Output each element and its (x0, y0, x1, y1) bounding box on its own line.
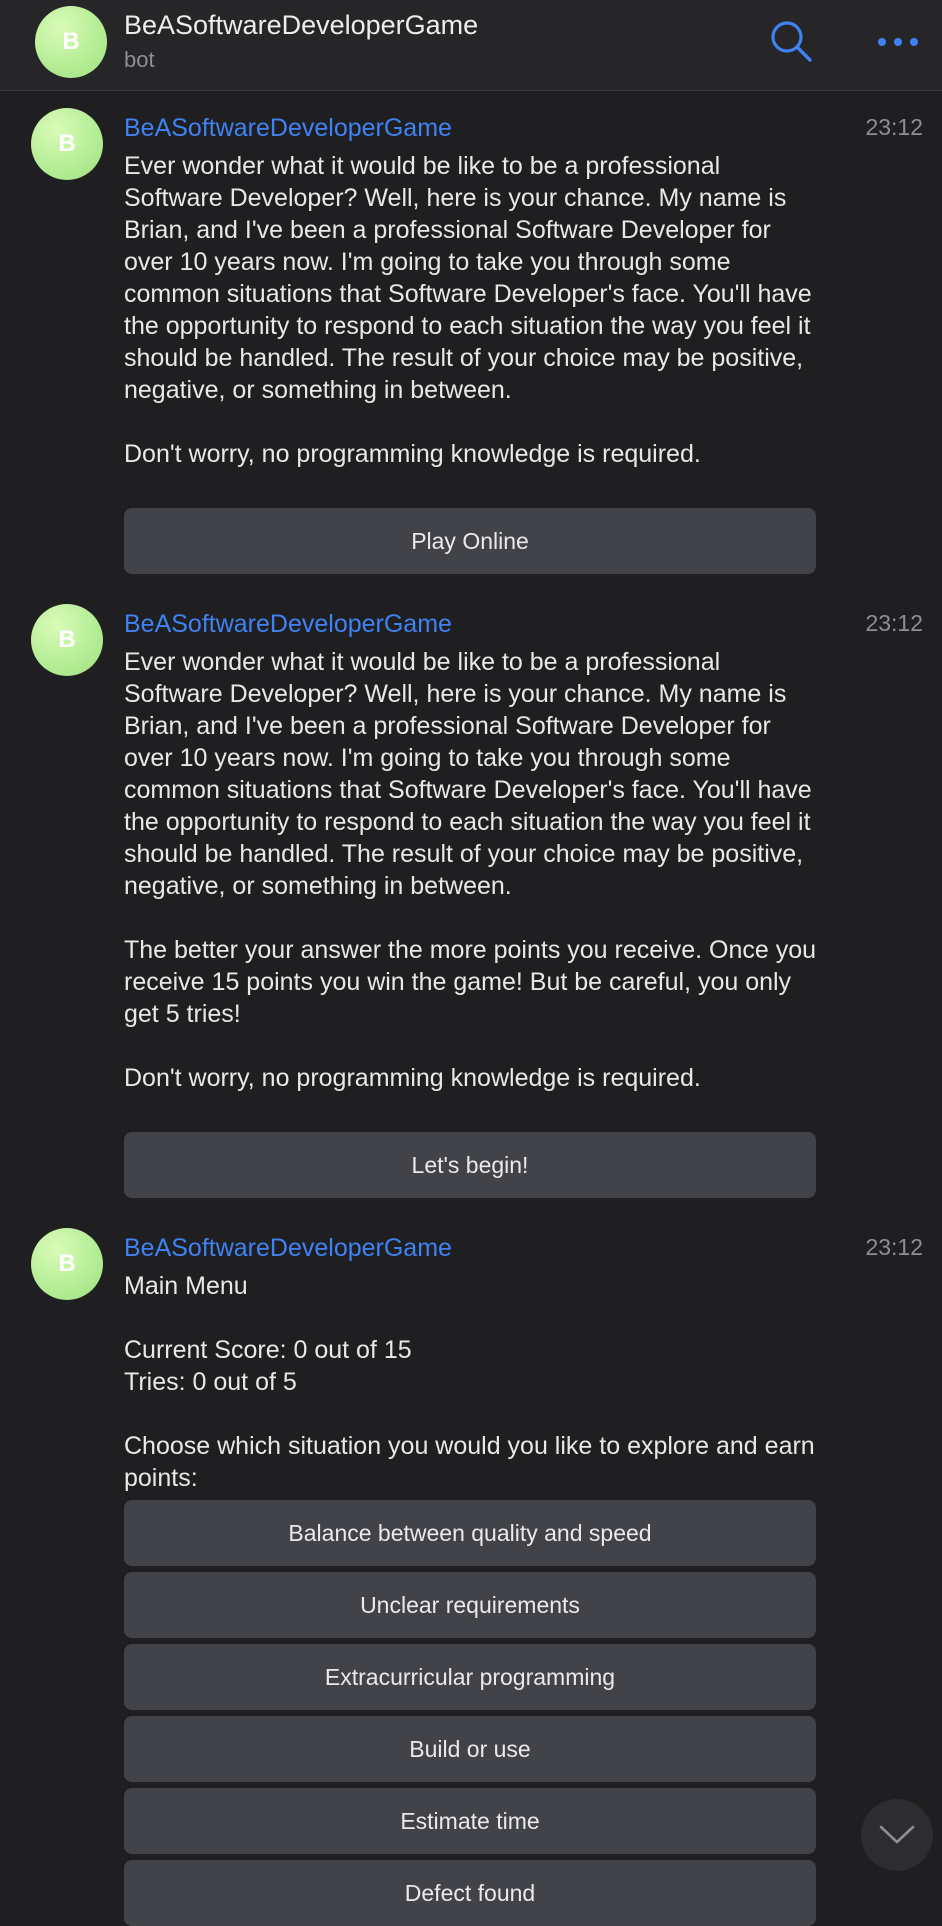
message-text: Ever wonder what it would be like to be … (124, 152, 812, 468)
message-time: 23:12 (865, 610, 923, 636)
message-sender[interactable]: BeASoftwareDeveloperGame (124, 610, 452, 639)
bot-avatar[interactable]: B (35, 6, 107, 78)
menu-option-button[interactable]: Build or use (124, 1716, 816, 1782)
menu-option-button[interactable]: Estimate time (124, 1788, 816, 1854)
bot-avatar[interactable]: B (31, 1228, 103, 1300)
message-time: 23:12 (865, 114, 923, 140)
chat-subtitle: bot (124, 47, 155, 72)
chevron-down-icon (879, 1825, 915, 1844)
scroll-to-bottom-button[interactable] (861, 1799, 933, 1871)
search-icon[interactable] (768, 18, 814, 64)
bot-avatar[interactable]: B (31, 604, 103, 676)
message-time: 23:12 (865, 1234, 923, 1260)
more-icon[interactable] (874, 28, 922, 56)
message-text: Main Menu Current Score: 0 out of 15 Tri… (124, 1272, 815, 1492)
menu-option-button[interactable]: Balance between quality and speed (124, 1500, 816, 1566)
bot-avatar[interactable]: B (31, 108, 103, 180)
menu-option-button[interactable]: Extracurricular programming (124, 1644, 816, 1710)
lets-begin-button[interactable]: Let's begin! (124, 1132, 816, 1198)
menu-option-button[interactable]: Defect found (124, 1860, 816, 1926)
menu-option-button[interactable]: Unclear requirements (124, 1572, 816, 1638)
message-sender[interactable]: BeASoftwareDeveloperGame (124, 114, 452, 143)
message-text: Ever wonder what it would be like to be … (124, 648, 817, 1092)
chat-header: B BeASoftwareDeveloperGame bot (0, 0, 942, 91)
chat-title[interactable]: BeASoftwareDeveloperGame (124, 10, 478, 41)
play-online-button[interactable]: Play Online (124, 508, 816, 574)
message-sender[interactable]: BeASoftwareDeveloperGame (124, 1234, 452, 1263)
